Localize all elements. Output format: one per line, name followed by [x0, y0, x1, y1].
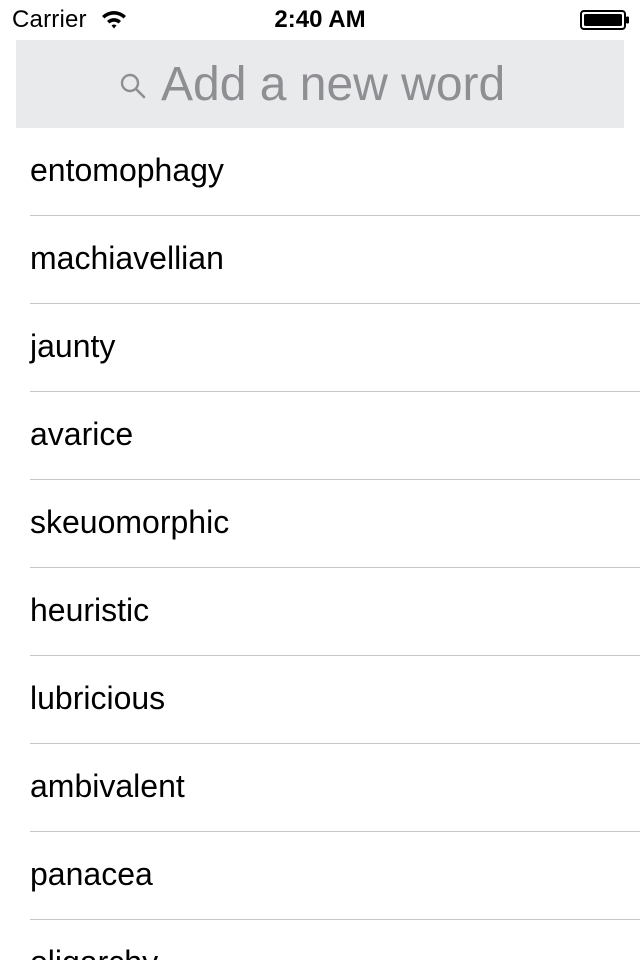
word-label: skeuomorphic [30, 504, 230, 540]
word-row[interactable]: heuristic [0, 568, 640, 656]
word-label: avarice [30, 416, 134, 452]
search-icon [120, 73, 146, 99]
status-bar: Carrier 2:40 AM [0, 0, 640, 40]
word-row[interactable]: machiavellian [0, 216, 640, 304]
search-bar[interactable] [16, 40, 624, 128]
word-label: panacea [30, 856, 153, 892]
word-row[interactable]: avarice [0, 392, 640, 480]
word-label: machiavellian [30, 240, 224, 276]
word-label: ambivalent [30, 768, 185, 804]
word-row[interactable]: oligarchy [0, 920, 640, 960]
clock-time: 2:40 AM [274, 6, 366, 33]
word-row[interactable]: skeuomorphic [0, 480, 640, 568]
word-row[interactable]: entomophagy [0, 128, 640, 216]
search-field-container[interactable] [16, 40, 624, 128]
word-label: lubricious [30, 680, 166, 716]
word-label: entomophagy [30, 152, 224, 188]
word-row[interactable]: jaunty [0, 304, 640, 392]
add-word-input[interactable] [161, 54, 521, 114]
word-label: oligarchy [30, 942, 158, 960]
battery-icon [580, 10, 629, 30]
word-row[interactable]: panacea [0, 832, 640, 920]
word-label: jaunty [30, 328, 116, 364]
word-label: heuristic [30, 592, 150, 628]
word-row[interactable]: ambivalent [0, 744, 640, 832]
word-list[interactable]: entomophagy machiavellian jaunty avarice ske… [0, 128, 640, 960]
word-row[interactable]: lubricious [0, 656, 640, 744]
